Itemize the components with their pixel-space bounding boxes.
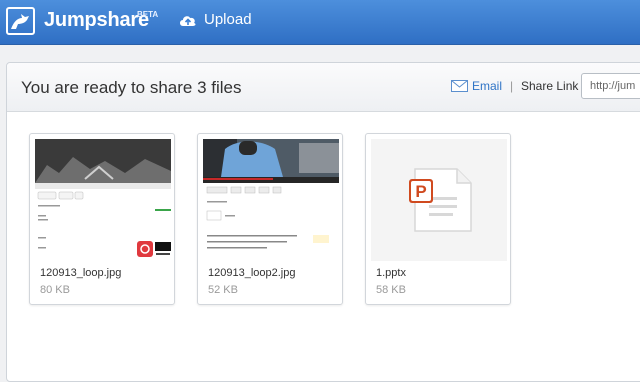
share-panel: You are ready to share 3 files Email | S… [6, 62, 640, 382]
separator: | [510, 79, 514, 93]
share-link-input[interactable]: http://jum [581, 73, 640, 99]
cloud-upload-icon [178, 13, 198, 27]
upload-button[interactable]: Upload [178, 11, 252, 28]
file-card-2[interactable]: 120913_loop2.jpg 52 KB [197, 133, 343, 305]
file-card-1[interactable]: 120913_loop.jpg 80 KB [29, 133, 175, 305]
email-label: Email [472, 79, 503, 93]
file-thumbnail [203, 139, 339, 261]
upload-label: Upload [204, 11, 252, 28]
envelope-icon [451, 80, 468, 92]
file-size: 58 KB [376, 284, 406, 296]
powerpoint-file-icon: P [409, 168, 472, 232]
brand-name[interactable]: Jumpshare [44, 9, 149, 32]
file-size: 52 KB [208, 284, 238, 296]
page-title: You are ready to share 3 files [21, 78, 242, 97]
top-navigation-bar: Jumpshare BETA Upload [0, 0, 640, 45]
file-thumbnail [35, 139, 171, 261]
file-thumbnail: P [371, 139, 507, 261]
share-link-label: Share Link [521, 79, 579, 93]
file-card-3[interactable]: P 1.pptx 58 KB [365, 133, 511, 305]
file-name: 1.pptx [376, 267, 406, 279]
beta-badge: BETA [137, 10, 159, 19]
svg-text:P: P [415, 182, 426, 201]
panel-header: You are ready to share 3 files Email | S… [7, 63, 640, 112]
jumpshare-logo-icon[interactable] [6, 7, 35, 35]
file-size: 80 KB [40, 284, 70, 296]
file-name: 120913_loop.jpg [40, 267, 122, 279]
email-share-button[interactable]: Email [451, 79, 502, 93]
file-name: 120913_loop2.jpg [208, 267, 296, 279]
